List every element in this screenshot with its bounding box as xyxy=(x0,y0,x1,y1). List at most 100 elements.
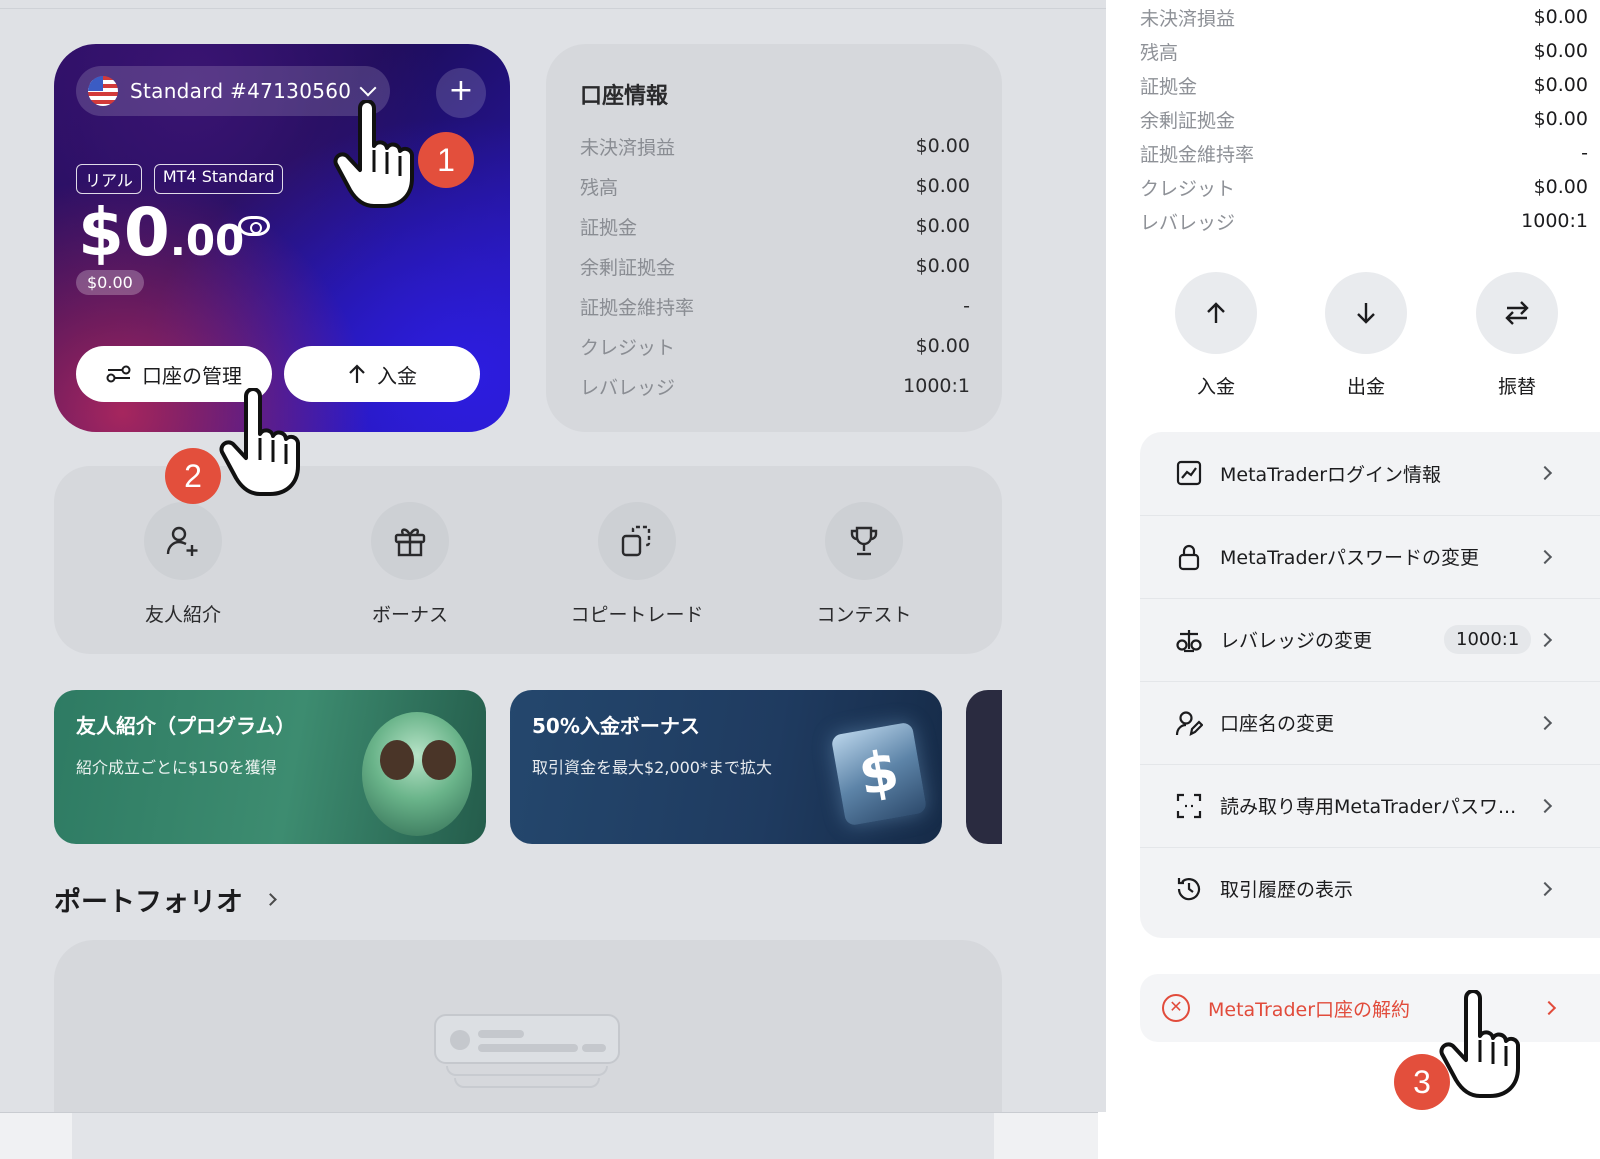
step-marker-1: 1 xyxy=(418,132,474,188)
promo-subtitle: 紹介成立ごとに$150を獲得 xyxy=(76,758,277,777)
summary-row: 未決済損益 $0.00 xyxy=(1140,0,1588,34)
deposit-label: 入金 xyxy=(377,363,417,388)
info-value: $0.00 xyxy=(915,335,970,357)
menu-item-change-leverage[interactable]: レバレッジの変更 1000:1 xyxy=(1140,598,1600,680)
info-value: 1000:1 xyxy=(903,375,970,397)
transfer-action-label: 振替 xyxy=(1497,376,1536,398)
referral-promo-banner[interactable]: 友人紹介（プログラム） 紹介成立ごとに$150を獲得 xyxy=(54,690,486,844)
chevron-right-icon[interactable] xyxy=(264,893,277,906)
chevron-right-icon xyxy=(1541,1000,1557,1016)
illustration-stack xyxy=(454,1078,600,1088)
summary-value: - xyxy=(1581,142,1588,164)
menu-item-rename-account[interactable]: 口座名の変更 xyxy=(1140,681,1600,763)
bonus-label: ボーナス xyxy=(371,604,448,626)
eye-icon[interactable] xyxy=(238,216,270,236)
summary-label: レバレッジ xyxy=(1140,211,1236,234)
pointer-hand-icon xyxy=(219,388,300,496)
deposit-button[interactable]: 入金 xyxy=(284,346,480,402)
transfer-icon xyxy=(1505,301,1529,325)
copy-trade-action[interactable]: コピートレード xyxy=(557,502,717,627)
contest-action[interactable]: コンテスト xyxy=(784,502,944,627)
summary-label: クレジット xyxy=(1140,177,1236,200)
menu-item-readonly-password[interactable]: 読み取り専用MetaTraderパスワ... xyxy=(1140,764,1600,846)
chevron-right-icon xyxy=(1537,465,1553,481)
top-divider xyxy=(0,8,1106,9)
copy-trade-label: コピートレード xyxy=(570,604,704,626)
balance: $0 .00 xyxy=(78,194,244,271)
empty-state-illustration xyxy=(434,1014,620,1064)
summary-value: $0.00 xyxy=(1533,40,1588,62)
promo-banner-partial[interactable] xyxy=(966,690,1002,844)
settings-sliders-icon xyxy=(106,365,131,383)
dashboard-overlay-area: Standard #47130560 + リアル MT4 Standard $0… xyxy=(0,0,1106,1112)
info-value: $0.00 xyxy=(915,215,970,237)
summary-value: $0.00 xyxy=(1533,108,1588,130)
pointer-hand-icon xyxy=(1439,990,1520,1098)
leverage-badge: 1000:1 xyxy=(1444,625,1532,654)
chart-icon xyxy=(1176,460,1202,486)
chevron-right-icon xyxy=(1537,881,1553,896)
chevron-down-icon xyxy=(359,79,377,97)
menu-label: MetaTraderログイン情報 xyxy=(1220,463,1442,486)
account-tags: リアル MT4 Standard xyxy=(76,164,284,194)
trophy-icon xyxy=(850,526,878,556)
summary-row: 残高 $0.00 xyxy=(1140,34,1588,68)
close-account-label: MetaTrader口座の解約 xyxy=(1208,998,1411,1021)
lock-icon xyxy=(1178,544,1200,570)
promo-subtitle: 取引資金を最大$2,000*まで拡大 xyxy=(532,758,772,777)
info-row: 余剰証拠金 $0.00 xyxy=(580,246,970,286)
summary-row: 証拠金維持率 - xyxy=(1140,136,1588,170)
us-flag-icon xyxy=(88,76,118,106)
chevron-right-icon xyxy=(1537,715,1553,730)
add-account-button[interactable]: + xyxy=(436,68,486,118)
account-manage-panel: 未決済損益 $0.00 残高 $0.00 証拠金 $0.00 余剰証拠金 $0.00 証… xyxy=(1106,0,1600,1159)
account-info-panel: 口座情報 未決済損益 $0.00 残高 $0.00 証拠金 $0.00 余剰証拠金 $0… xyxy=(546,44,1002,432)
balance-decimal: .00 xyxy=(169,216,245,265)
bonus-promo-banner[interactable]: 50%入金ボーナス 取引資金を最大$2,000*まで拡大 $ xyxy=(510,690,942,844)
summary-value: $0.00 xyxy=(1533,6,1588,28)
arrow-up-icon xyxy=(1207,302,1225,323)
close-account-button[interactable]: ✕ MetaTrader口座の解約 xyxy=(1140,974,1600,1042)
menu-label: 口座名の変更 xyxy=(1220,713,1335,735)
promo-title: 50%入金ボーナス xyxy=(532,714,700,738)
info-row: レバレッジ 1000:1 xyxy=(580,366,970,406)
withdraw-action[interactable]: 出金 xyxy=(1316,272,1416,399)
summary-label: 未決済損益 xyxy=(1140,7,1236,30)
deposit-action-label: 入金 xyxy=(1196,376,1235,398)
summary-row: クレジット $0.00 xyxy=(1140,170,1588,204)
info-label: クレジット xyxy=(580,336,676,359)
dollar-cube-icon: $ xyxy=(830,721,928,827)
menu-item-trade-history[interactable]: 取引履歴の表示 xyxy=(1140,847,1600,929)
summary-label: 余剰証拠金 xyxy=(1140,109,1236,132)
scale-icon xyxy=(1176,629,1202,652)
illustration-stack xyxy=(446,1066,608,1076)
info-label: 未決済損益 xyxy=(580,136,676,159)
deposit-action[interactable]: 入金 xyxy=(1166,272,1266,399)
summary-value: 1000:1 xyxy=(1521,210,1588,232)
summary-row: レバレッジ 1000:1 xyxy=(1140,204,1588,238)
portfolio-title[interactable]: ポートフォリオ xyxy=(54,880,243,919)
menu-label: 読み取り専用MetaTraderパスワ... xyxy=(1220,796,1517,818)
menu-item-login-info[interactable]: MetaTraderログイン情報 xyxy=(1140,432,1600,514)
info-row: 証拠金 $0.00 xyxy=(580,206,970,246)
user-edit-icon xyxy=(1175,710,1203,736)
account-summary: 未決済損益 $0.00 残高 $0.00 証拠金 $0.00 余剰証拠金 $0.00 証… xyxy=(1140,0,1588,238)
sub-balance: $0.00 xyxy=(76,270,144,295)
scan-icon xyxy=(1176,793,1202,818)
promo-title: 友人紹介（プログラム） xyxy=(76,714,296,738)
transfer-action[interactable]: 振替 xyxy=(1467,272,1567,399)
summary-value: $0.00 xyxy=(1533,74,1588,96)
account-card: Standard #47130560 + リアル MT4 Standard $0… xyxy=(54,44,510,432)
bonus-action[interactable]: ボーナス xyxy=(330,502,490,627)
referral-action[interactable]: 友人紹介 xyxy=(103,502,263,627)
chevron-right-icon xyxy=(1537,549,1553,564)
menu-label: MetaTraderパスワードの変更 xyxy=(1220,547,1480,569)
history-icon xyxy=(1177,877,1201,900)
info-label: 証拠金 xyxy=(580,216,638,239)
account-type-tag: リアル xyxy=(76,164,142,194)
info-row: クレジット $0.00 xyxy=(580,326,970,366)
chevron-right-icon xyxy=(1537,632,1553,647)
summary-value: $0.00 xyxy=(1533,176,1588,198)
account-name: Standard #47130560 xyxy=(130,79,352,103)
menu-item-change-password[interactable]: MetaTraderパスワードの変更 xyxy=(1140,515,1600,597)
